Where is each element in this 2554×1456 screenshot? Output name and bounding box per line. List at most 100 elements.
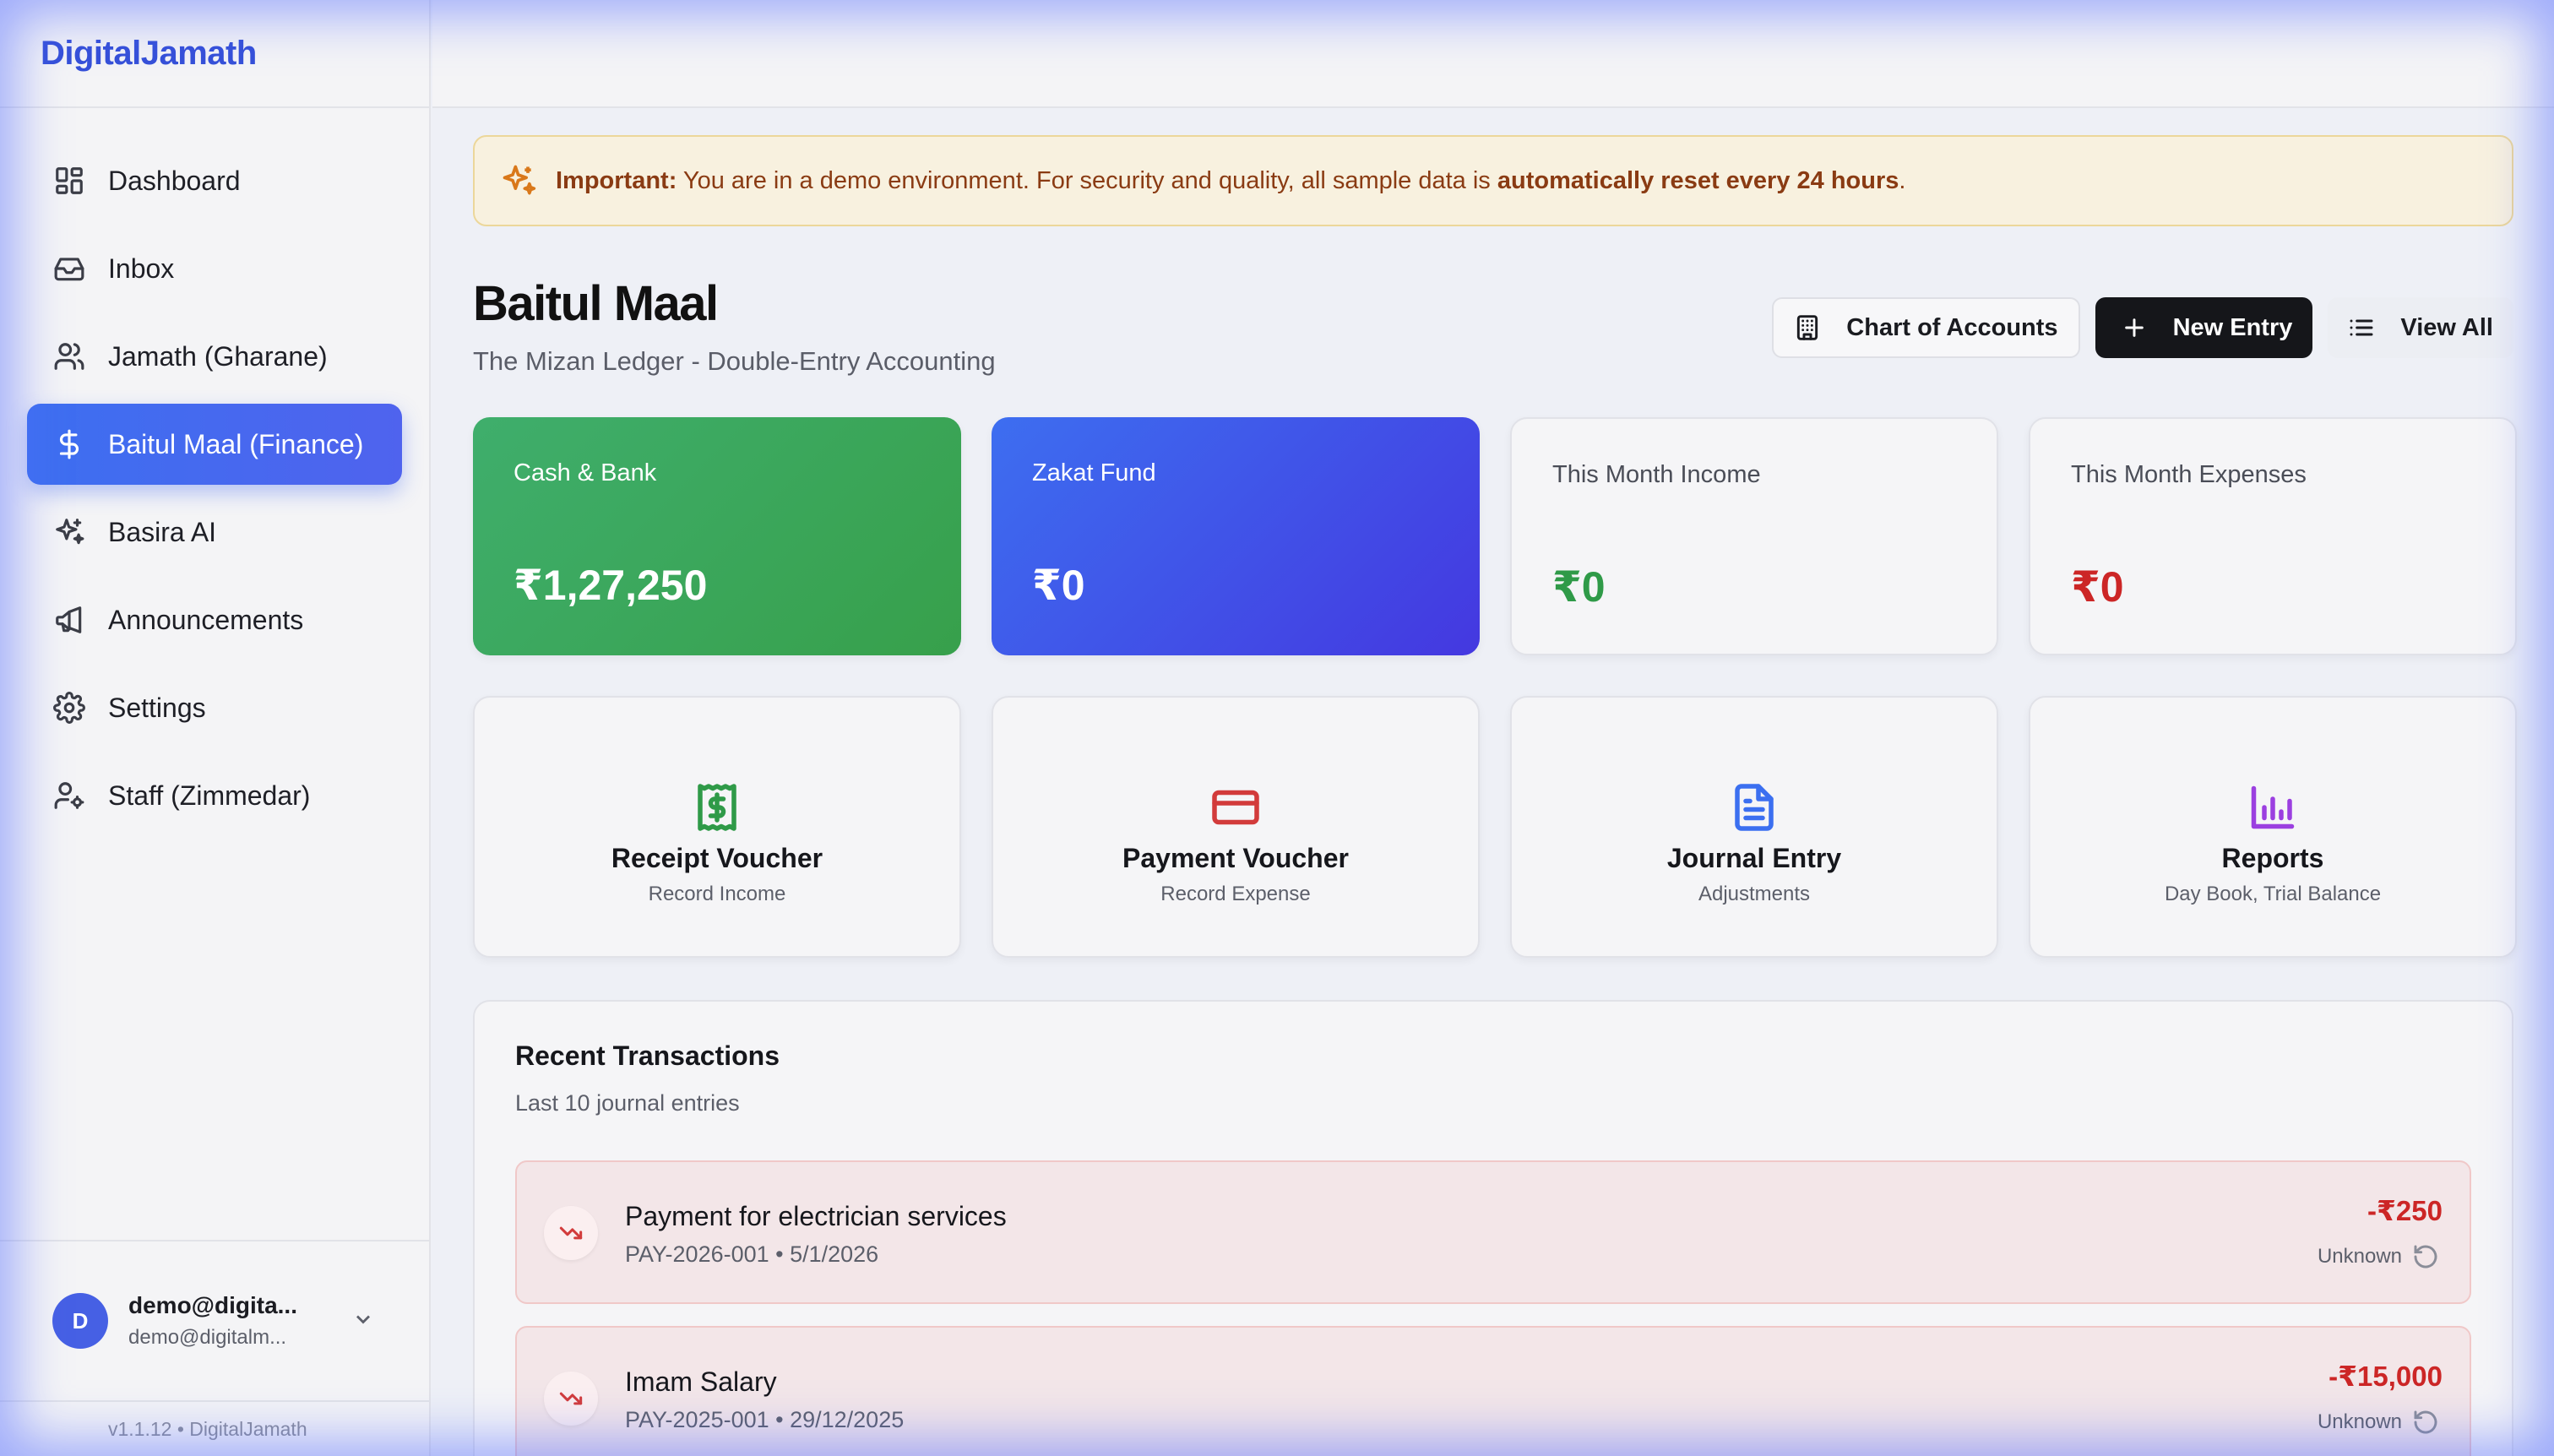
quick-action-subtitle: Day Book, Trial Balance <box>2164 883 2382 905</box>
banner-text: Important: You are in a demo environment… <box>556 167 1905 195</box>
sidebar-item-baitul-maal[interactable]: Baitul Maal (Finance) <box>27 404 402 485</box>
sidebar-item-label: Dashboard <box>108 165 241 196</box>
stat-label: Cash & Bank <box>514 459 657 486</box>
view-all-button[interactable]: View All <box>2328 297 2513 358</box>
stat-label: This Month Expenses <box>2071 461 2307 488</box>
top-bar <box>432 0 2554 108</box>
banner-end: . <box>1899 166 1906 194</box>
stat-month-income: This Month Income ₹0 <box>1510 417 1998 655</box>
quick-action-title: Receipt Voucher <box>611 843 823 873</box>
stat-zakat-fund: Zakat Fund ₹0 <box>992 417 1480 655</box>
sidebar-item-announcements[interactable]: Announcements <box>27 579 402 660</box>
trending-down-icon <box>544 1372 598 1426</box>
view-all-label: View All <box>2400 313 2493 341</box>
stat-value: ₹0 <box>2071 563 2124 611</box>
stat-label: Zakat Fund <box>1032 459 1156 486</box>
megaphone-icon <box>52 603 86 637</box>
stat-cards: Cash & Bank ₹1,27,250 Zakat Fund ₹0 This… <box>473 417 2517 655</box>
transaction-name: Imam Salary <box>625 1366 777 1397</box>
sidebar-item-inbox[interactable]: Inbox <box>27 228 402 309</box>
users-icon <box>52 340 86 373</box>
sparkles-icon <box>52 515 86 549</box>
sidebar-item-label: Basira AI <box>108 516 217 547</box>
chart-of-accounts-button[interactable]: Chart of Accounts <box>1772 297 2080 358</box>
user-cog-icon <box>52 779 86 812</box>
new-entry-button[interactable]: New Entry <box>2095 297 2313 358</box>
trending-down-icon <box>544 1206 598 1260</box>
section-title: Recent Transactions <box>515 1040 780 1071</box>
page-actions: Chart of Accounts New Entry View All <box>1772 297 2513 358</box>
stat-cash-bank: Cash & Bank ₹1,27,250 <box>473 417 961 655</box>
sidebar-item-label: Baitul Maal (Finance) <box>108 428 364 459</box>
stat-value: ₹0 <box>1032 562 1085 609</box>
version-label: v1.1.12 • DigitalJamath <box>0 1400 429 1456</box>
credit-card-icon <box>1210 782 1261 833</box>
quick-action-title: Reports <box>2221 843 2324 873</box>
sidebar-item-jamath[interactable]: Jamath (Gharane) <box>27 316 402 397</box>
banner-emphasis: automatically reset every 24 hours <box>1497 166 1899 194</box>
transaction-name: Payment for electrician services <box>625 1201 1007 1231</box>
sidebar-item-label: Announcements <box>108 604 304 635</box>
transaction-status: Unknown <box>2317 1245 2402 1268</box>
receipt-voucher-card[interactable]: Receipt Voucher Record Income <box>473 696 961 958</box>
sidebar-item-staff[interactable]: Staff (Zimmedar) <box>27 755 402 836</box>
transaction-meta: PAY-2025-001 • 29/12/2025 <box>625 1407 905 1432</box>
quick-actions: Receipt Voucher Record Income Payment Vo… <box>473 696 2517 958</box>
document-icon <box>1729 782 1780 833</box>
user-name: demo@digita... <box>128 1292 297 1318</box>
user-email: demo@digitalm... <box>128 1326 287 1349</box>
journal-entry-card[interactable]: Journal Entry Adjustments <box>1510 696 1998 958</box>
stat-label: This Month Income <box>1552 461 1761 488</box>
sidebar-item-settings[interactable]: Settings <box>27 667 402 748</box>
sidebar-item-label: Inbox <box>108 253 175 284</box>
brand-logo[interactable]: DigitalJamath <box>0 0 429 108</box>
page-subtitle: The Mizan Ledger - Double-Entry Accounti… <box>473 346 996 376</box>
demo-notice-banner: Important: You are in a demo environment… <box>473 135 2513 226</box>
bar-chart-icon <box>2247 782 2298 833</box>
section-subtitle: Last 10 journal entries <box>515 1090 740 1116</box>
quick-action-subtitle: Record Income <box>648 883 786 905</box>
transaction-status: Unknown <box>2317 1410 2402 1433</box>
reverse-icon[interactable] <box>2412 1243 2439 1270</box>
banner-strong: Important: <box>556 166 677 194</box>
user-info: demo@digita... demo@digitalm... <box>128 1292 297 1350</box>
sidebar-item-label: Jamath (Gharane) <box>108 340 328 372</box>
quick-action-subtitle: Adjustments <box>1698 883 1811 905</box>
sidebar: DigitalJamath Dashboard Inbox Jamath (Gh… <box>0 0 431 1456</box>
stat-month-expenses: This Month Expenses ₹0 <box>2029 417 2517 655</box>
sparkles-icon <box>500 162 537 199</box>
reports-card[interactable]: Reports Day Book, Trial Balance <box>2029 696 2517 958</box>
page-header: Baitul Maal The Mizan Ledger - Double-En… <box>473 226 2513 377</box>
transaction-row[interactable]: Imam Salary PAY-2025-001 • 29/12/2025 -₹… <box>515 1326 2471 1456</box>
chevron-down-icon[interactable] <box>351 1307 375 1331</box>
sidebar-item-label: Staff (Zimmedar) <box>108 780 311 811</box>
transaction-row[interactable]: Payment for electrician services PAY-202… <box>515 1160 2471 1304</box>
transaction-amount: -₹15,000 <box>2328 1361 2443 1392</box>
gear-icon <box>52 691 86 725</box>
new-entry-label: New Entry <box>2172 313 2293 341</box>
quick-action-title: Journal Entry <box>1666 843 1842 873</box>
recent-transactions: Recent Transactions Last 10 journal entr… <box>473 1000 2513 1456</box>
user-menu[interactable]: D demo@digita... demo@digitalm... <box>0 1240 429 1400</box>
reverse-icon[interactable] <box>2412 1409 2439 1436</box>
quick-action-title: Payment Voucher <box>1122 843 1349 873</box>
sidebar-nav: Dashboard Inbox Jamath (Gharane) Baitul … <box>0 108 429 836</box>
main-content: Important: You are in a demo environment… <box>473 135 2517 1456</box>
dollar-icon <box>52 427 86 461</box>
page-title: Baitul Maal <box>473 276 719 331</box>
inbox-icon <box>52 252 86 285</box>
banner-body: You are in a demo environment. For secur… <box>677 166 1497 194</box>
sidebar-item-basira-ai[interactable]: Basira AI <box>27 492 402 573</box>
receipt-icon <box>692 782 742 833</box>
stat-value: ₹0 <box>1552 563 1606 611</box>
stat-value: ₹1,27,250 <box>514 562 708 609</box>
grid-icon <box>52 164 86 198</box>
transaction-amount: -₹250 <box>2367 1195 2443 1226</box>
sidebar-item-dashboard[interactable]: Dashboard <box>27 140 402 221</box>
quick-action-subtitle: Record Expense <box>1160 883 1311 905</box>
avatar: D <box>52 1293 108 1349</box>
transaction-meta: PAY-2026-001 • 5/1/2026 <box>625 1241 879 1267</box>
building-icon <box>1797 315 1818 340</box>
payment-voucher-card[interactable]: Payment Voucher Record Expense <box>992 696 1480 958</box>
plus-icon <box>2124 318 2144 337</box>
